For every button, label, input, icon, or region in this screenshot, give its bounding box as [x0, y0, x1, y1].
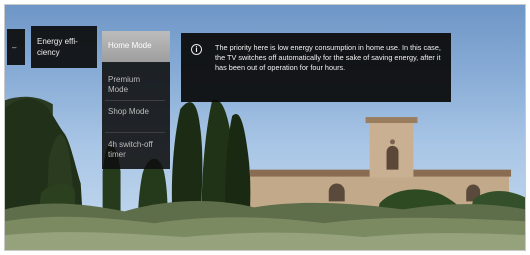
energy-mode-options: Home Mode Premium Mode Shop Mode 4h swit…: [102, 31, 170, 169]
option-label: Premium Mode: [108, 75, 141, 94]
option-premium-mode[interactable]: Premium Mode: [105, 75, 165, 95]
info-icon: i: [191, 44, 202, 55]
menu-column-stub[interactable]: –: [7, 29, 25, 65]
option-4h-switch-off-timer[interactable]: 4h switch-off timer: [105, 140, 165, 160]
menu-stub-label: –: [12, 43, 17, 52]
info-panel: i The priority here is low energy consum…: [181, 33, 451, 102]
option-label: Shop Mode: [108, 107, 149, 116]
info-text: The priority here is low energy consumpt…: [215, 43, 441, 72]
option-label: Home Mode: [108, 41, 152, 50]
menu-item-energy-efficiency[interactable]: Energy effi- ciency: [31, 26, 97, 68]
energy-efficiency-label: Energy effi- ciency: [37, 37, 78, 57]
divider: [105, 132, 165, 133]
option-home-mode[interactable]: Home Mode: [102, 31, 170, 62]
tv-screen: – Energy effi- ciency Home Mode Premium …: [4, 4, 526, 251]
option-label: 4h switch-off timer: [108, 140, 153, 159]
option-shop-mode[interactable]: Shop Mode: [105, 107, 165, 117]
divider: [105, 100, 165, 101]
